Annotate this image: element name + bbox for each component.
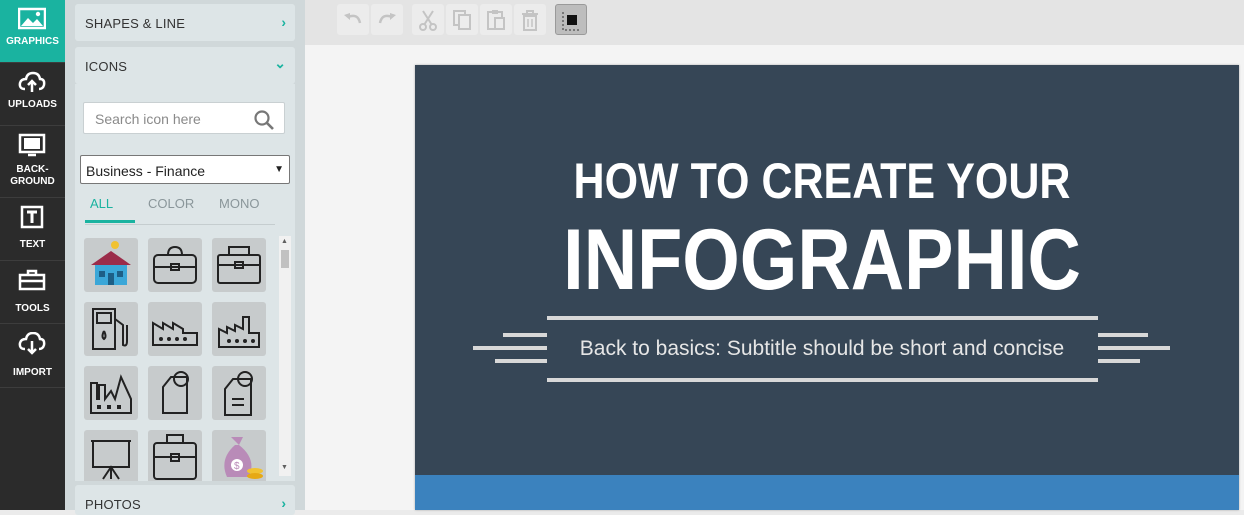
infographic-canvas[interactable]: HOW TO CREATE YOUR INFOGRAPHIC Back to b… — [415, 65, 1239, 510]
briefcase-icon — [153, 434, 197, 480]
rail-text[interactable]: TEXT — [0, 198, 65, 261]
heading-line-1[interactable]: HOW TO CREATE YOUR — [472, 155, 1172, 207]
icon-grid: $ — [84, 238, 279, 481]
cloud-download-icon — [18, 332, 46, 355]
chevron-down-icon: ⌄ — [274, 55, 286, 71]
rail-label: TOOLS — [15, 303, 50, 314]
icon-tile[interactable]: $ — [212, 430, 266, 481]
price-tag-list-icon — [224, 371, 253, 416]
presentation-board-icon — [91, 440, 131, 480]
delete-icon — [522, 10, 538, 31]
icon-tile[interactable] — [84, 430, 138, 481]
icon-search-box[interactable] — [83, 102, 285, 134]
icon-type-tabs: ALL COLOR MONO — [85, 194, 275, 225]
photos-section[interactable]: PHOTOS › — [75, 485, 295, 515]
icon-tile[interactable] — [84, 366, 138, 420]
rail-label: IMPORT — [13, 367, 52, 378]
divider-line — [547, 316, 1098, 320]
rail-uploads[interactable]: UPLOADS — [0, 63, 65, 126]
copy-button[interactable] — [446, 4, 478, 35]
arrange-icon — [562, 12, 581, 31]
rail-label: GROUND — [10, 176, 55, 187]
arrange-button[interactable] — [555, 4, 587, 35]
icon-tile[interactable] — [148, 430, 202, 481]
heading-line-2[interactable]: INFOGRAPHIC — [472, 215, 1172, 305]
category-select[interactable]: Business - Finance ▼ — [80, 155, 290, 184]
rail-label: UPLOADS — [8, 99, 57, 110]
search-input[interactable] — [93, 109, 247, 129]
svg-text:$: $ — [234, 461, 240, 472]
graphics-panel: SHAPES & LINE › ICONS ⌄ Business - Finan… — [65, 0, 305, 515]
redo-button[interactable] — [371, 4, 403, 35]
delete-button[interactable] — [514, 4, 546, 35]
paste-icon — [487, 10, 505, 30]
scroll-down-icon[interactable]: ▼ — [281, 464, 288, 471]
search-icon[interactable] — [253, 109, 275, 131]
rail-label: GRAPHICS — [6, 36, 59, 47]
undo-icon — [344, 13, 362, 24]
factory-icon — [90, 374, 132, 414]
chevron-right-icon: › — [281, 14, 286, 30]
subtitle-text[interactable]: Back to basics: Subtitle should be short… — [547, 336, 1097, 362]
briefcase-icon — [217, 246, 261, 284]
icons-section-body: Business - Finance ▼ ALL COLOR MONO — [75, 84, 295, 481]
rail-label: TEXT — [19, 239, 46, 250]
redo-icon — [378, 13, 396, 24]
copy-icon — [453, 10, 471, 30]
rail-import[interactable]: IMPORT — [0, 325, 65, 388]
money-bag-icon: $ — [224, 437, 263, 479]
icon-grid-scrollbar[interactable]: ▲ ▼ — [279, 236, 291, 476]
section-title: ICONS — [85, 59, 128, 74]
icon-tile[interactable] — [84, 238, 138, 292]
price-tag-icon — [162, 371, 189, 414]
factory-icon — [218, 316, 260, 348]
image-icon — [18, 7, 46, 30]
rail-label: BACK- — [16, 164, 49, 175]
deco-line — [473, 346, 547, 350]
shapes-line-section[interactable]: SHAPES & LINE › — [75, 4, 295, 41]
rail-graphics[interactable]: GRAPHICS — [0, 0, 65, 63]
undo-button[interactable] — [337, 4, 369, 35]
text-icon — [20, 205, 44, 229]
section-title: SHAPES & LINE — [85, 16, 186, 31]
left-rail: GRAPHICS UPLOADS BACK- GROUND TEXT TOOLS — [0, 0, 65, 510]
briefcase-icon — [153, 245, 197, 284]
icon-tile[interactable] — [212, 302, 266, 356]
icon-tile[interactable] — [148, 302, 202, 356]
deco-line — [1098, 346, 1170, 350]
icons-section[interactable]: ICONS ⌄ — [75, 47, 295, 84]
factory-icon — [152, 321, 198, 346]
toolbox-icon — [18, 269, 46, 291]
deco-line — [1098, 359, 1140, 363]
cut-icon — [419, 10, 437, 31]
tab-color[interactable]: COLOR — [148, 196, 194, 211]
tab-mono[interactable]: MONO — [219, 196, 259, 211]
fuel-pump-icon — [92, 308, 128, 350]
blue-section-band[interactable] — [415, 475, 1239, 510]
house-coin-icon — [91, 241, 131, 285]
category-value: Business - Finance — [86, 163, 206, 179]
chevron-right-icon: › — [281, 495, 286, 511]
editor-toolbar — [305, 0, 1244, 45]
icon-tile[interactable] — [212, 366, 266, 420]
icon-tile[interactable] — [148, 366, 202, 420]
rail-tools[interactable]: TOOLS — [0, 261, 65, 324]
cut-button[interactable] — [412, 4, 444, 35]
icon-tile[interactable] — [212, 238, 266, 292]
deco-line — [503, 333, 547, 337]
scroll-thumb[interactable] — [281, 250, 289, 268]
icon-tile[interactable] — [148, 238, 202, 292]
active-tab-indicator — [85, 220, 135, 223]
deco-line — [495, 359, 547, 363]
cloud-upload-icon — [18, 71, 46, 92]
scroll-up-icon[interactable]: ▲ — [281, 238, 288, 245]
divider-line — [547, 378, 1098, 382]
background-icon — [18, 133, 46, 157]
dropdown-arrow-icon: ▼ — [274, 164, 284, 175]
deco-line — [1098, 333, 1148, 337]
icon-tile[interactable] — [84, 302, 138, 356]
rail-background[interactable]: BACK- GROUND — [0, 126, 65, 198]
tab-all[interactable]: ALL — [90, 196, 113, 211]
paste-button[interactable] — [480, 4, 512, 35]
